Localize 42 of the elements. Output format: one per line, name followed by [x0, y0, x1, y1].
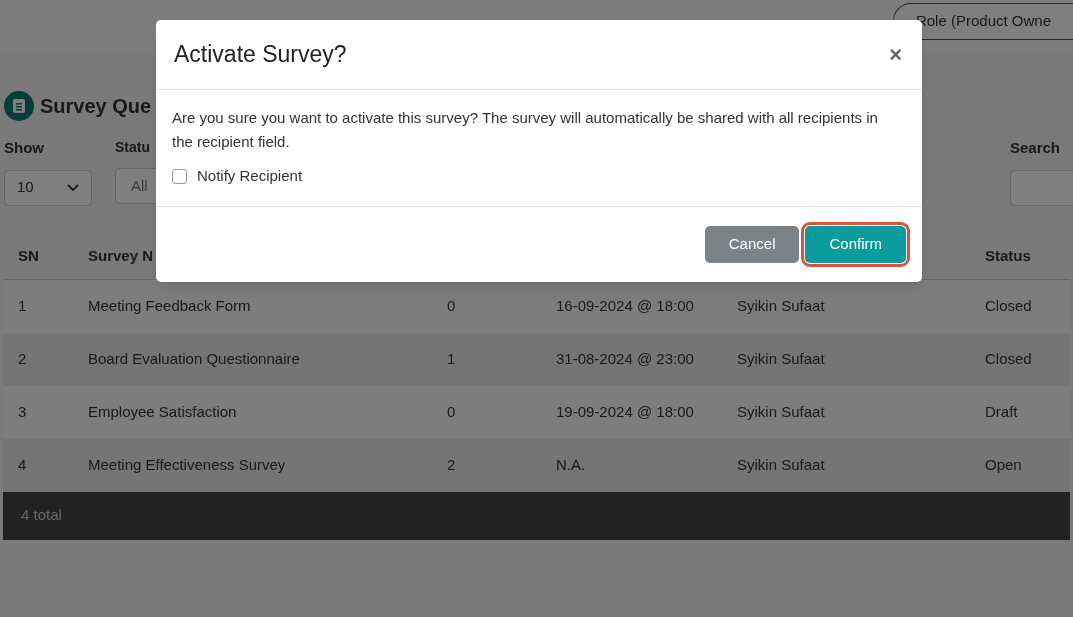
table-cell-text: Syikin Sufaat [737, 454, 826, 475]
table-cell-text: 31-08-2024 @ 23:00 [556, 348, 695, 369]
total-count: 4 total [21, 505, 62, 526]
table-cell-text: 3 [18, 401, 28, 422]
table-cell-text: 0 [447, 295, 457, 316]
table-cell-text: 16-09-2024 @ 18:00 [556, 295, 695, 316]
table-cell-text: 4 [18, 454, 28, 475]
column-header: Survey N [88, 246, 155, 267]
table-cell-text: Meeting Feedback Form [88, 295, 252, 316]
table-cell-text: Open [985, 454, 1023, 475]
table-cell-text: Draft [985, 401, 1019, 422]
table-cell-text: Closed [985, 295, 1033, 316]
table-cell-text: 1 [447, 348, 457, 369]
table-cell-text: Syikin Sufaat [737, 348, 826, 369]
table-cell-text: Closed [985, 348, 1033, 369]
table-cell-text: 2 [447, 454, 457, 475]
search-field[interactable] [1010, 169, 1073, 206]
show-select[interactable]: 10 [4, 169, 92, 206]
search-label: Search [1010, 138, 1061, 158]
cancel-button[interactable]: Cancel [704, 225, 800, 263]
table-cell-text: 0 [447, 401, 457, 422]
page-title: Survey Que [40, 94, 152, 119]
status-label: Statu [115, 138, 150, 157]
close-button[interactable]: × [887, 43, 904, 66]
dialog-title: Activate Survey? [174, 40, 347, 70]
table-cell-text: Employee Satisfaction [88, 401, 238, 422]
table-cell-text: Board Evaluation Questionnaire [88, 348, 301, 369]
column-header: SN [18, 246, 40, 267]
checkbox-label: Notify Recipient [197, 166, 303, 186]
chevron-down-icon [67, 183, 79, 192]
column-header: Status [985, 246, 1032, 267]
dialog-message: Are you sure you want to activate this survey? The survey will automatically be shared with all recipients in the recipient field. [172, 108, 879, 152]
table-cell-text: Meeting Effectiveness Survey [88, 454, 287, 475]
table-cell-text: N.A. [556, 454, 587, 475]
table-cell-text: 1 [18, 295, 28, 316]
survey-icon [4, 91, 34, 121]
notify-checkbox[interactable] [172, 168, 187, 184]
table-cell-text: 2 [18, 348, 28, 369]
show-label: Show [4, 138, 44, 158]
table-cell-text: Syikin Sufaat [737, 401, 826, 422]
table-cell-text: 19-09-2024 @ 18:00 [556, 401, 695, 422]
table-cell-text: Syikin Sufaat [737, 295, 826, 316]
